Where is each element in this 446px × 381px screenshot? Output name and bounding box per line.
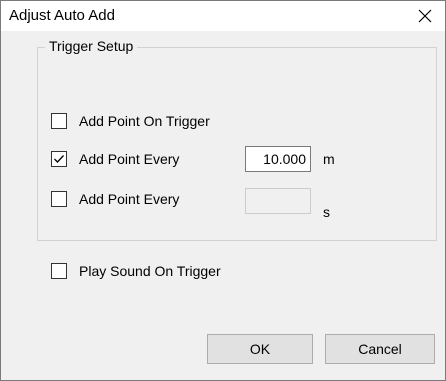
ok-button[interactable]: OK: [207, 334, 313, 364]
time-unit-label: s: [323, 204, 330, 220]
add-every-time-label: Add Point Every: [79, 191, 180, 207]
distance-input[interactable]: 10.000: [245, 146, 311, 172]
add-every-time-checkbox[interactable]: [51, 191, 67, 207]
title-bar: Adjust Auto Add: [1, 1, 445, 31]
add-every-distance-row[interactable]: Add Point Every: [51, 149, 179, 169]
play-sound-label: Play Sound On Trigger: [79, 263, 221, 279]
trigger-setup-title: Trigger Setup: [45, 38, 138, 54]
add-every-distance-checkbox[interactable]: [51, 151, 67, 167]
add-on-trigger-label: Add Point On Trigger: [79, 113, 210, 129]
close-icon: [418, 9, 432, 23]
distance-unit-label: m: [323, 151, 335, 167]
dialog-window: Adjust Auto Add Trigger Setup Add Point …: [0, 0, 446, 381]
add-every-distance-label: Add Point Every: [79, 151, 180, 167]
cancel-button[interactable]: Cancel: [325, 334, 435, 364]
checkmark-icon: [54, 155, 64, 163]
play-sound-row[interactable]: Play Sound On Trigger: [51, 261, 221, 281]
trigger-setup-group: [37, 47, 437, 241]
add-on-trigger-checkbox[interactable]: [51, 113, 67, 129]
time-input[interactable]: [245, 188, 311, 214]
play-sound-checkbox[interactable]: [51, 263, 67, 279]
window-title: Adjust Auto Add: [9, 7, 115, 24]
add-every-time-row[interactable]: Add Point Every: [51, 189, 179, 209]
close-button[interactable]: [405, 1, 445, 31]
add-on-trigger-row[interactable]: Add Point On Trigger: [51, 111, 210, 131]
